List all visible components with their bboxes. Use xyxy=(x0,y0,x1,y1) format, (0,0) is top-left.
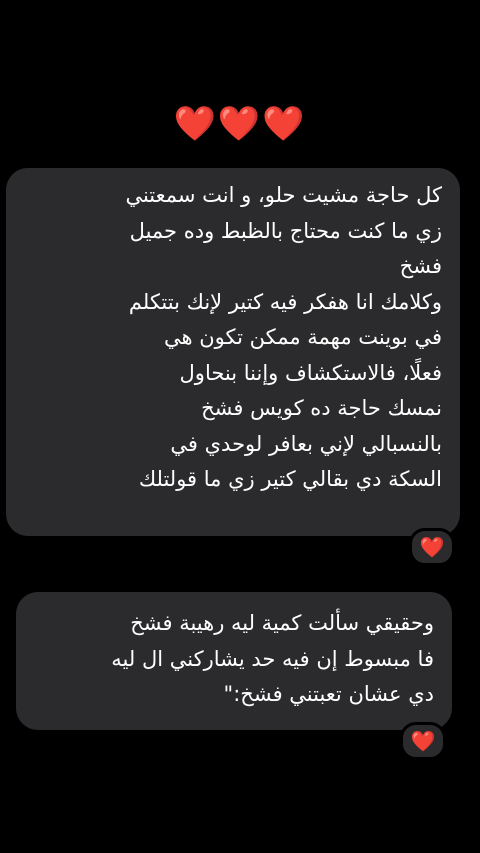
message-line: فا مبسوط إن فيه حد يشاركني ال ليه xyxy=(111,646,434,671)
message-line: وكلامك انا هفكر فيه كتير لإنك بتتكلم xyxy=(128,289,442,314)
message-line: بالنسبالي لإني بعافر لوحدي في xyxy=(170,431,442,456)
message-bubble-1[interactable]: كل حاجة مشيت حلو، و انت سمعتني زي ما كنت… xyxy=(6,168,460,536)
message-bubble-2[interactable]: وحقيقي سألت كمية ليه رهيبة فشخ فا مبسوط … xyxy=(16,592,452,730)
hearts-header: ❤️❤️❤️ xyxy=(173,104,307,144)
message-line: زي ما كنت محتاج بالظبط وده جميل xyxy=(129,218,442,243)
message-line: في بوينت مهمة ممكن تكون هي xyxy=(163,325,442,349)
heart-reaction-icon[interactable]: ❤️ xyxy=(400,722,446,760)
heart-reaction-icon[interactable]: ❤️ xyxy=(409,528,455,566)
message-line: فعلًا، فالاستكشاف وإننا بنحاول xyxy=(179,360,442,385)
message-line: وحقيقي سألت كمية ليه رهيبة فشخ xyxy=(130,611,434,635)
message-line: كل حاجة مشيت حلو، و انت سمعتني xyxy=(125,183,442,207)
message-line: السكة دي بقالي كتير زي ما قولتلك xyxy=(138,467,442,491)
message-line: دي عشان تعبتني فشخ:" xyxy=(223,682,434,706)
message-line: فشخ xyxy=(399,254,442,278)
message-line: نمسك حاجة ده كويس فشخ xyxy=(201,396,442,420)
